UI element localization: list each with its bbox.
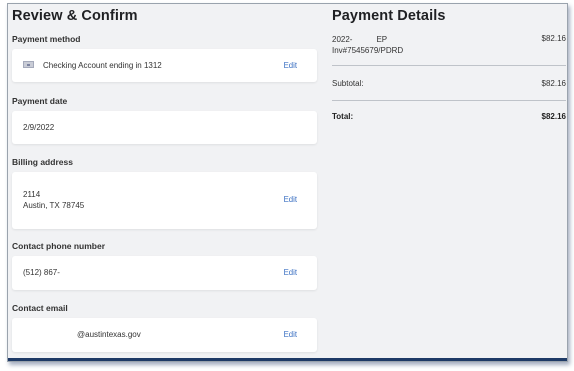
subtotal-label: Subtotal: [332, 79, 364, 88]
contact-email-label: Contact email [12, 303, 68, 313]
edit-contact-phone-link[interactable]: Edit [284, 268, 297, 277]
payment-method-value-wrap: Checking Account ending in 1312 [23, 60, 162, 72]
contact-phone-card: (512) 867- Edit [12, 256, 317, 290]
divider [332, 65, 566, 66]
payment-date-card: 2/9/2022 [12, 111, 317, 144]
line-item-invoice: Inv#7545679/PDRD [332, 46, 404, 55]
divider [332, 100, 566, 101]
payment-date-value: 2/9/2022 [23, 123, 55, 132]
edit-billing-address-link[interactable]: Edit [284, 195, 297, 204]
line-item-name: 2022- EP Inv#7545679/PDRD [332, 34, 403, 56]
subtotal-value: $82.16 [541, 79, 566, 88]
contact-email-card: @austintexas.gov Edit [12, 318, 317, 352]
contact-phone-label: Contact phone number [12, 241, 106, 251]
edit-contact-email-link[interactable]: Edit [284, 330, 297, 339]
edit-payment-method-link[interactable]: Edit [284, 61, 297, 70]
line-item-name-part2: EP [376, 35, 388, 44]
total-label: Total: [332, 112, 354, 121]
page-title: Review & Confirm [12, 8, 138, 24]
contact-email-value: @austintexas.gov [77, 330, 141, 339]
billing-address-label: Billing address [12, 157, 73, 167]
total-value: $82.16 [541, 112, 566, 121]
billing-address-line2: Austin, TX 78745 [23, 201, 85, 210]
payment-details-title: Payment Details [332, 8, 446, 24]
line-item-amount: $82.16 [541, 34, 566, 43]
payment-method-label: Payment method [12, 34, 81, 44]
payment-method-card: Checking Account ending in 1312 Edit [12, 49, 317, 82]
billing-address-line1: 2114 [23, 190, 41, 199]
payment-date-label: Payment date [12, 96, 68, 106]
billing-address-card: 2114 Austin, TX 78745 Edit [12, 172, 317, 229]
line-item-name-part1: 2022- [332, 35, 353, 44]
payment-method-value: Checking Account ending in 1312 [43, 61, 162, 70]
bank-card-icon [23, 61, 34, 69]
review-confirm-panel: Review & Confirm Payment method Checking… [7, 3, 568, 362]
contact-phone-value: (512) 867- [23, 268, 60, 277]
